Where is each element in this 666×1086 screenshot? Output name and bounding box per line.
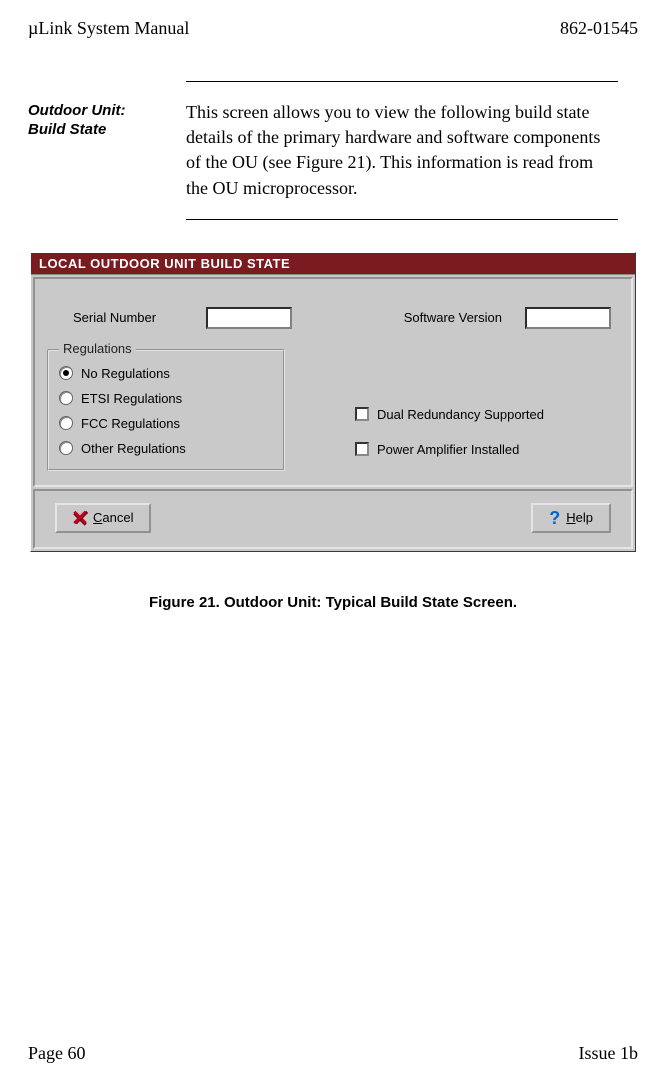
footer-left: Page 60: [28, 1043, 86, 1064]
regulations-group: Regulations No Regulations ETSI Regulati…: [47, 349, 285, 471]
serial-number-input[interactable]: [206, 307, 292, 329]
help-question-icon: ?: [549, 509, 560, 527]
checkbox-label: Power Amplifier Installed: [377, 442, 519, 457]
content-row: Outdoor Unit: Build State This screen al…: [28, 100, 638, 201]
checkbox-icon: [355, 442, 369, 456]
radio-icon: [59, 441, 73, 455]
cancel-x-icon: [73, 511, 87, 525]
build-state-dialog: LOCAL OUTDOOR UNIT BUILD STATE Serial Nu…: [30, 252, 636, 552]
software-version-label: Software Version: [404, 310, 526, 325]
header-left: µLink System Manual: [28, 18, 189, 39]
help-button[interactable]: ? Help: [531, 503, 611, 533]
radio-icon: [59, 416, 73, 430]
radio-other-regulations[interactable]: Other Regulations: [57, 436, 275, 461]
radio-label: ETSI Regulations: [81, 391, 182, 406]
radio-icon: [59, 391, 73, 405]
rule-bottom: [186, 219, 618, 220]
mid-row: Regulations No Regulations ETSI Regulati…: [47, 349, 619, 471]
checkbox-icon: [355, 407, 369, 421]
radio-label: Other Regulations: [81, 441, 186, 456]
checkbox-power-amplifier[interactable]: Power Amplifier Installed: [355, 432, 619, 467]
sidebar-heading: Outdoor Unit: Build State: [28, 100, 186, 201]
radio-label: FCC Regulations: [81, 416, 180, 431]
sidebar-heading-line2: Build State: [28, 121, 106, 138]
checkbox-dual-redundancy[interactable]: Dual Redundancy Supported: [355, 397, 619, 432]
checkbox-column: Dual Redundancy Supported Power Amplifie…: [285, 349, 619, 471]
dialog-title-bar: LOCAL OUTDOOR UNIT BUILD STATE: [31, 253, 635, 275]
footer-right: Issue 1b: [579, 1043, 639, 1064]
rule-top: [186, 81, 618, 82]
checkbox-label: Dual Redundancy Supported: [377, 407, 544, 422]
regulations-legend: Regulations: [59, 341, 136, 356]
radio-no-regulations[interactable]: No Regulations: [57, 361, 275, 386]
top-input-row: Serial Number Software Version: [47, 289, 619, 349]
header-right: 862-01545: [560, 18, 638, 39]
software-version-input[interactable]: [525, 307, 611, 329]
cancel-button-label: Cancel: [93, 510, 133, 525]
help-button-label: Help: [566, 510, 593, 525]
radio-icon: [59, 366, 73, 380]
page-header: µLink System Manual 862-01545: [28, 18, 638, 39]
sidebar-heading-line1: Outdoor Unit:: [28, 102, 125, 119]
radio-fcc-regulations[interactable]: FCC Regulations: [57, 411, 275, 436]
body-paragraph: This screen allows you to view the follo…: [186, 100, 638, 201]
radio-etsi-regulations[interactable]: ETSI Regulations: [57, 386, 275, 411]
button-bar: Cancel ? Help: [33, 489, 633, 549]
cancel-button[interactable]: Cancel: [55, 503, 151, 533]
dialog-body: Serial Number Software Version Regulatio…: [33, 277, 633, 487]
page-footer: Page 60 Issue 1b: [28, 1043, 638, 1064]
serial-number-label: Serial Number: [73, 310, 206, 325]
figure-caption: Figure 21. Outdoor Unit: Typical Build S…: [28, 594, 638, 611]
radio-label: No Regulations: [81, 366, 170, 381]
